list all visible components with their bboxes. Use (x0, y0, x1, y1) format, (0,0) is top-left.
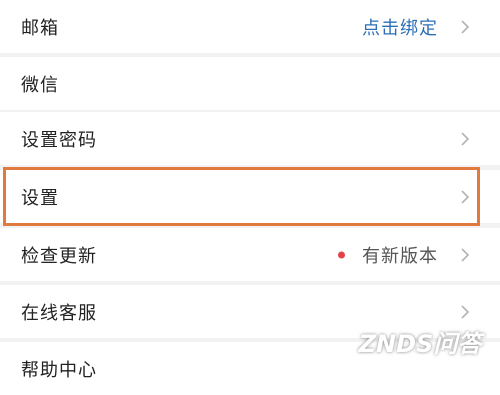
znds-watermark: ZNDS问答 (350, 322, 490, 366)
settings-item-check-update[interactable]: 检查更新 有新版本 (0, 228, 500, 281)
new-version-status: 有新版本 (362, 245, 438, 267)
chevron-right-icon (461, 247, 470, 262)
settings-item-wechat[interactable]: 微信 (0, 57, 500, 110)
chevron-right-icon (461, 131, 470, 146)
settings-item-label: 邮箱 (21, 17, 59, 39)
settings-item-label: 帮助中心 (21, 359, 97, 381)
settings-item-label: 检查更新 (21, 245, 97, 267)
red-dot-icon (338, 251, 345, 258)
bind-email-link[interactable]: 点击绑定 (362, 14, 438, 40)
settings-item-set-password[interactable]: 设置密码 (0, 112, 500, 165)
settings-item-label: 在线客服 (21, 302, 97, 324)
settings-item-settings[interactable]: 设置 (0, 170, 500, 223)
settings-list: 邮箱 点击绑定 微信 设置密码 设置 检查更新 有新版本 在线客服 帮助中心 (0, 0, 500, 395)
settings-item-label: 微信 (21, 74, 59, 96)
chevron-right-icon (461, 189, 470, 204)
settings-item-label: 设置 (21, 187, 59, 209)
chevron-right-icon (461, 19, 470, 34)
settings-item-label: 设置密码 (21, 129, 97, 151)
chevron-right-icon (461, 304, 470, 319)
settings-item-email[interactable]: 邮箱 点击绑定 (0, 0, 500, 53)
watermark-text: ZNDS问答 (358, 330, 482, 358)
